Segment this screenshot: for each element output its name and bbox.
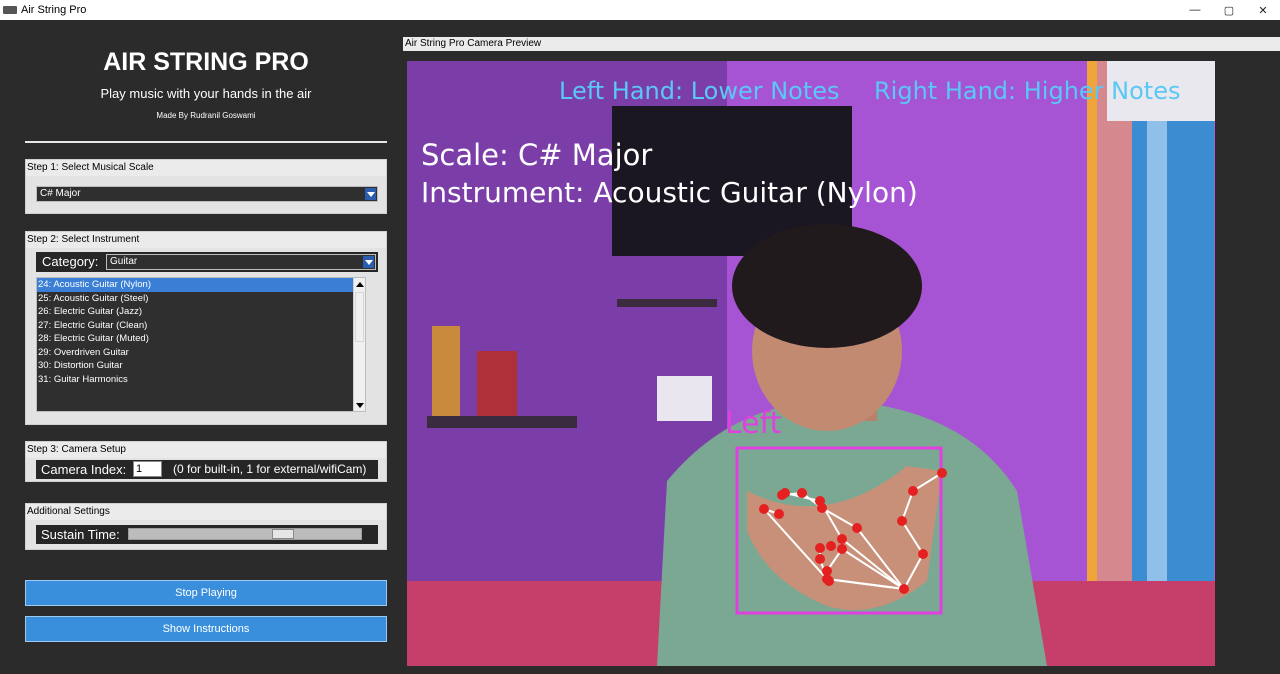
chevron-down-icon[interactable] <box>363 256 374 268</box>
right-hand-hint: Right Hand: Higher Notes <box>874 77 1181 105</box>
instrument-list-item[interactable]: 27: Electric Guitar (Clean) <box>37 319 365 333</box>
scale-overlay: Scale: C# Major <box>421 138 653 172</box>
camera-feed: Left Hand: Lower Notes Right Hand: Highe… <box>407 61 1215 666</box>
scale-select[interactable]: C# Major <box>36 186 378 202</box>
category-select[interactable]: Guitar <box>106 254 376 270</box>
instrument-group-header: Step 2: Select Instrument <box>26 232 386 248</box>
control-panel: AIR STRING PRO Play music with your hand… <box>0 20 400 674</box>
sustain-label: Sustain Time: <box>41 527 120 542</box>
sustain-slider-handle[interactable] <box>271 529 294 539</box>
sustain-slider[interactable] <box>128 528 362 540</box>
app-icon <box>3 6 17 14</box>
camera-index-label: Camera Index: <box>41 462 127 477</box>
instrument-overlay: Instrument: Acoustic Guitar (Nylon) <box>421 176 918 209</box>
minimize-button[interactable]: — <box>1178 0 1212 20</box>
camera-preview-panel: Air String Pro Camera Preview Left Hand:… <box>403 37 1280 674</box>
camera-preview-header: Air String Pro Camera Preview <box>403 37 1280 51</box>
instrument-list-item[interactable]: 28: Electric Guitar (Muted) <box>37 332 365 346</box>
category-row: Category: Guitar <box>36 252 378 272</box>
instrument-list-item[interactable]: 24: Acoustic Guitar (Nylon) <box>37 278 365 292</box>
show-instructions-button[interactable]: Show Instructions <box>25 616 387 642</box>
divider <box>25 141 387 143</box>
chevron-down-icon[interactable] <box>365 188 376 200</box>
category-select-value: Guitar <box>110 256 138 267</box>
category-label: Category: <box>42 254 99 269</box>
settings-group: Additional Settings Sustain Time: <box>25 503 387 550</box>
window-title: Air String Pro <box>21 4 87 16</box>
settings-group-header: Additional Settings <box>26 504 386 520</box>
instrument-group: Step 2: Select Instrument Category: Guit… <box>25 231 387 425</box>
instrument-list[interactable]: 24: Acoustic Guitar (Nylon) 25: Acoustic … <box>36 277 366 412</box>
camera-group-header: Step 3: Camera Setup <box>26 442 386 458</box>
scroll-up-icon[interactable] <box>354 278 365 290</box>
camera-index-input[interactable]: 1 <box>133 461 162 477</box>
close-button[interactable]: ✕ <box>1246 0 1280 20</box>
scale-group: Step 1: Select Musical Scale C# Major <box>25 159 387 214</box>
sustain-row: Sustain Time: <box>36 525 378 544</box>
hand-label-overlay: Left <box>725 406 782 441</box>
scroll-thumb[interactable] <box>355 292 364 342</box>
instrument-list-item[interactable]: 29: Overdriven Guitar <box>37 346 365 360</box>
scale-group-header: Step 1: Select Musical Scale <box>26 160 386 176</box>
instrument-list-scrollbar[interactable] <box>353 278 365 411</box>
scroll-down-icon[interactable] <box>354 399 365 411</box>
camera-group: Step 3: Camera Setup Camera Index: 1 (0 … <box>25 441 387 482</box>
scale-select-value: C# Major <box>40 188 81 199</box>
stop-playing-button[interactable]: Stop Playing <box>25 580 387 606</box>
app-title: AIR STRING PRO <box>103 48 309 76</box>
app-credit: Made By Rudranil Goswami <box>156 111 256 120</box>
instrument-list-item[interactable]: 30: Distortion Guitar <box>37 359 365 373</box>
instrument-list-item[interactable]: 31: Guitar Harmonics <box>37 373 365 387</box>
instrument-list-item[interactable]: 26: Electric Guitar (Jazz) <box>37 305 365 319</box>
camera-index-hint: (0 for built-in, 1 for external/wifiCam) <box>173 462 367 476</box>
app-subtitle: Play music with your hands in the air <box>100 86 312 101</box>
maximize-button[interactable]: ▢ <box>1212 0 1246 20</box>
instrument-list-item[interactable]: 25: Acoustic Guitar (Steel) <box>37 292 365 306</box>
window-titlebar: Air String Pro — ▢ ✕ <box>0 0 1280 20</box>
left-hand-hint: Left Hand: Lower Notes <box>559 77 840 105</box>
camera-row: Camera Index: 1 (0 for built-in, 1 for e… <box>36 460 378 479</box>
